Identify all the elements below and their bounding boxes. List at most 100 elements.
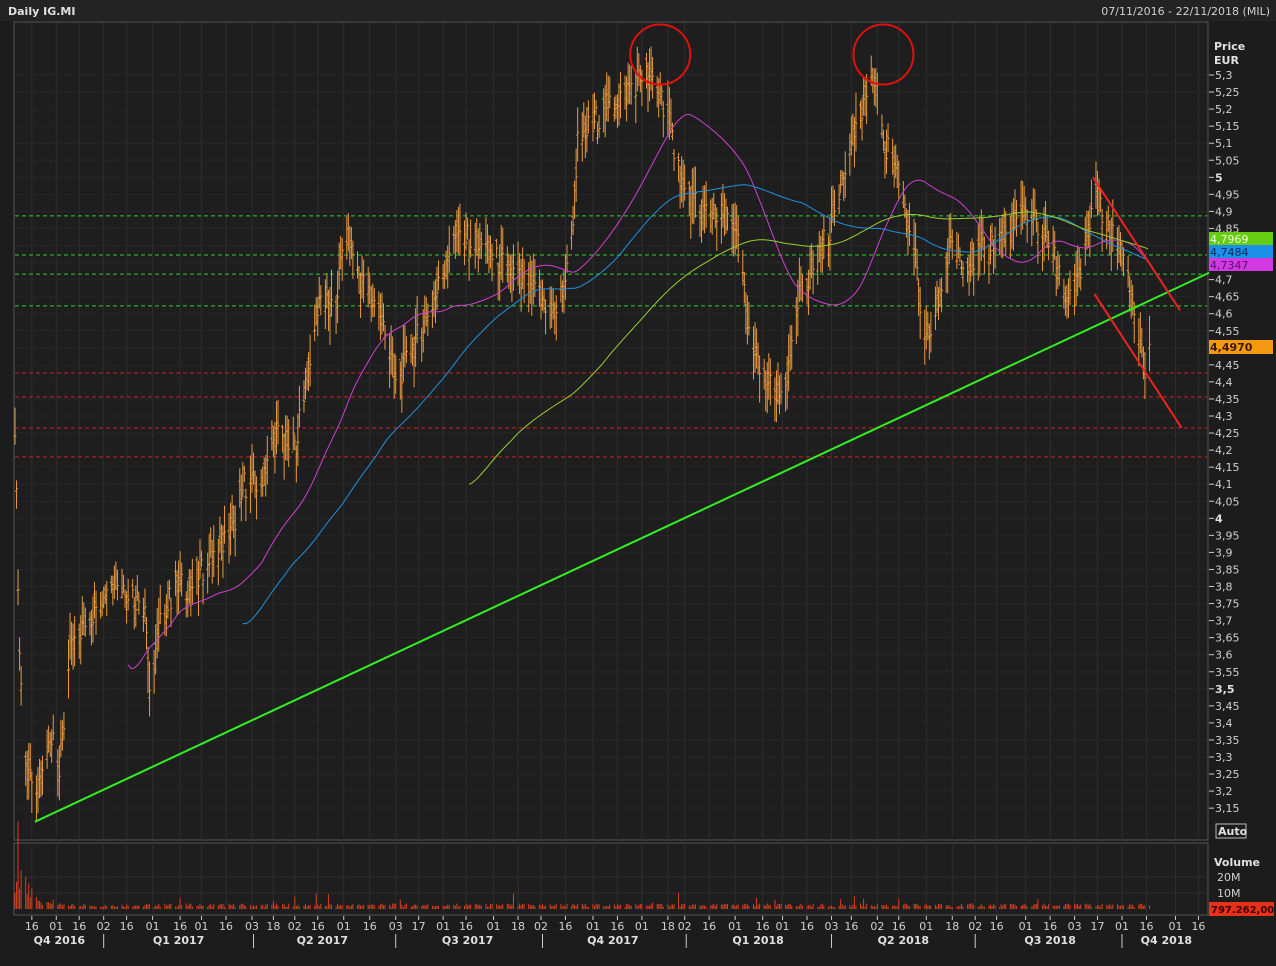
x-tick-label: 01 xyxy=(1019,920,1033,933)
y-tick-label: 4,95 xyxy=(1215,188,1240,201)
x-tick-label: 16 xyxy=(120,920,134,933)
x-tick-label: 02 xyxy=(288,920,302,933)
x-tick-label: 16 xyxy=(1191,920,1205,933)
x-tick-label: 01 xyxy=(487,920,501,933)
y-tick-label: 3,65 xyxy=(1215,632,1240,645)
y-tick-label: 3,95 xyxy=(1215,529,1240,542)
x-tick-label: 16 xyxy=(1043,920,1057,933)
y-tick-label: 3,5 xyxy=(1215,683,1235,696)
x-tick-label: 18 xyxy=(945,920,959,933)
ma-medium-badge: 4,7484 xyxy=(1209,245,1273,259)
x-tick-label: 03 xyxy=(389,920,403,933)
x-tick-label: 16 xyxy=(173,920,187,933)
x-tick-label: 18 xyxy=(511,920,525,933)
quarter-label: Q4 2018 xyxy=(1141,934,1192,947)
y-tick-label: 4,1 xyxy=(1215,478,1233,491)
x-tick-label: 01 xyxy=(776,920,790,933)
svg-text:Auto: Auto xyxy=(1218,825,1248,838)
x-tick-label: 01 xyxy=(146,920,160,933)
y-tick-label: 3,6 xyxy=(1215,649,1233,662)
quarter-label: Q2 2017 xyxy=(297,934,348,947)
y-tick-label: 4,3 xyxy=(1215,410,1233,423)
y-tick-label: 5,1 xyxy=(1215,137,1233,150)
y-tick-label: 4 xyxy=(1215,512,1223,525)
auto-scale-button[interactable]: Auto xyxy=(1215,823,1248,839)
y-tick-label: 5,25 xyxy=(1215,86,1240,99)
x-tick-label: 16 xyxy=(25,920,39,933)
svg-text:797.262,00: 797.262,00 xyxy=(1211,905,1274,916)
volume-tick-10m: 10M xyxy=(1217,887,1241,900)
volume-panel[interactable] xyxy=(13,842,1209,916)
price-panel[interactable] xyxy=(13,21,1209,841)
quarter-label: Q3 2018 xyxy=(1024,934,1075,947)
x-tick-label: 16 xyxy=(892,920,906,933)
last-price-badge: 4,4970 xyxy=(1209,340,1273,354)
svg-text:4,7969: 4,7969 xyxy=(1210,233,1249,246)
y-tick-label: 4,9 xyxy=(1215,205,1233,218)
x-tick-label: 01 xyxy=(337,920,351,933)
x-tick-label: 01 xyxy=(436,920,450,933)
y-tick-label: 3,55 xyxy=(1215,666,1240,679)
x-tick-label: 02 xyxy=(678,920,692,933)
quarter-label: Q1 2018 xyxy=(732,934,783,947)
volume-axis-label: Volume xyxy=(1214,856,1260,869)
x-tick-label: 03 xyxy=(1068,920,1082,933)
x-tick-label: 16 xyxy=(756,920,770,933)
chart-title: Daily IG.MI xyxy=(8,5,75,18)
x-tick-label: 16 xyxy=(800,920,814,933)
price-chart[interactable]: Daily IG.MI 07/11/2016 - 22/11/2018 (MIL… xyxy=(0,0,1276,966)
price-axis-label: Price xyxy=(1214,40,1245,53)
x-tick-label: 02 xyxy=(870,920,884,933)
x-tick-label: 16 xyxy=(702,920,716,933)
x-tick-label: 16 xyxy=(363,920,377,933)
y-tick-label: 3,7 xyxy=(1215,615,1233,628)
y-tick-label: 3,85 xyxy=(1215,563,1240,576)
y-tick-label: 3,8 xyxy=(1215,581,1233,594)
x-tick-label: 16 xyxy=(72,920,86,933)
quarter-label: Q1 2017 xyxy=(153,934,204,947)
y-tick-label: 3,25 xyxy=(1215,768,1240,781)
y-tick-label: 4,65 xyxy=(1215,291,1240,304)
y-tick-label: 5,2 xyxy=(1215,103,1233,116)
y-tick-label: 4,2 xyxy=(1215,444,1233,457)
x-tick-label: 01 xyxy=(1169,920,1183,933)
x-tick-label: 18 xyxy=(266,920,280,933)
y-tick-label: 5,3 xyxy=(1215,69,1233,82)
date-range: 07/11/2016 - 22/11/2018 (MIL) xyxy=(1101,5,1270,18)
ma-long-badge: 4,7969 xyxy=(1209,232,1273,246)
x-tick-label: 03 xyxy=(245,920,259,933)
x-tick-label: 01 xyxy=(919,920,933,933)
x-tick-label: 18 xyxy=(661,920,675,933)
x-tick-label: 01 xyxy=(728,920,742,933)
ma-short-badge: 4,7347 xyxy=(1209,258,1273,272)
y-tick-label: 3,4 xyxy=(1215,717,1233,730)
y-tick-label: 3,35 xyxy=(1215,734,1240,747)
x-tick-label: 16 xyxy=(844,920,858,933)
svg-text:4,7484: 4,7484 xyxy=(1210,246,1249,259)
x-tick-label: 16 xyxy=(610,920,624,933)
y-tick-label: 3,75 xyxy=(1215,598,1240,611)
quarter-label: Q2 2018 xyxy=(878,934,929,947)
x-tick-label: 16 xyxy=(558,920,572,933)
y-tick-label: 4,7 xyxy=(1215,274,1233,287)
y-tick-label: 3,45 xyxy=(1215,700,1240,713)
y-tick-label: 5 xyxy=(1215,171,1223,184)
y-tick-label: 3,15 xyxy=(1215,802,1240,815)
y-tick-label: 4,55 xyxy=(1215,325,1240,338)
x-tick-label: 17 xyxy=(1091,920,1105,933)
x-tick-label: 16 xyxy=(1139,920,1153,933)
x-tick-label: 02 xyxy=(97,920,111,933)
x-tick-label: 01 xyxy=(635,920,649,933)
quarter-label: Q4 2017 xyxy=(587,934,638,947)
volume-tick-20m: 20M xyxy=(1217,871,1241,884)
svg-text:4,7347: 4,7347 xyxy=(1210,259,1249,272)
y-tick-label: 4,45 xyxy=(1215,359,1240,372)
x-tick-label: 16 xyxy=(311,920,325,933)
x-tick-label: 01 xyxy=(1115,920,1129,933)
x-tick-label: 01 xyxy=(49,920,63,933)
x-tick-label: 16 xyxy=(990,920,1004,933)
y-tick-label: 5,05 xyxy=(1215,154,1240,167)
svg-text:4,4970: 4,4970 xyxy=(1210,341,1253,354)
title-bar xyxy=(0,0,1276,21)
y-tick-label: 4,15 xyxy=(1215,461,1240,474)
